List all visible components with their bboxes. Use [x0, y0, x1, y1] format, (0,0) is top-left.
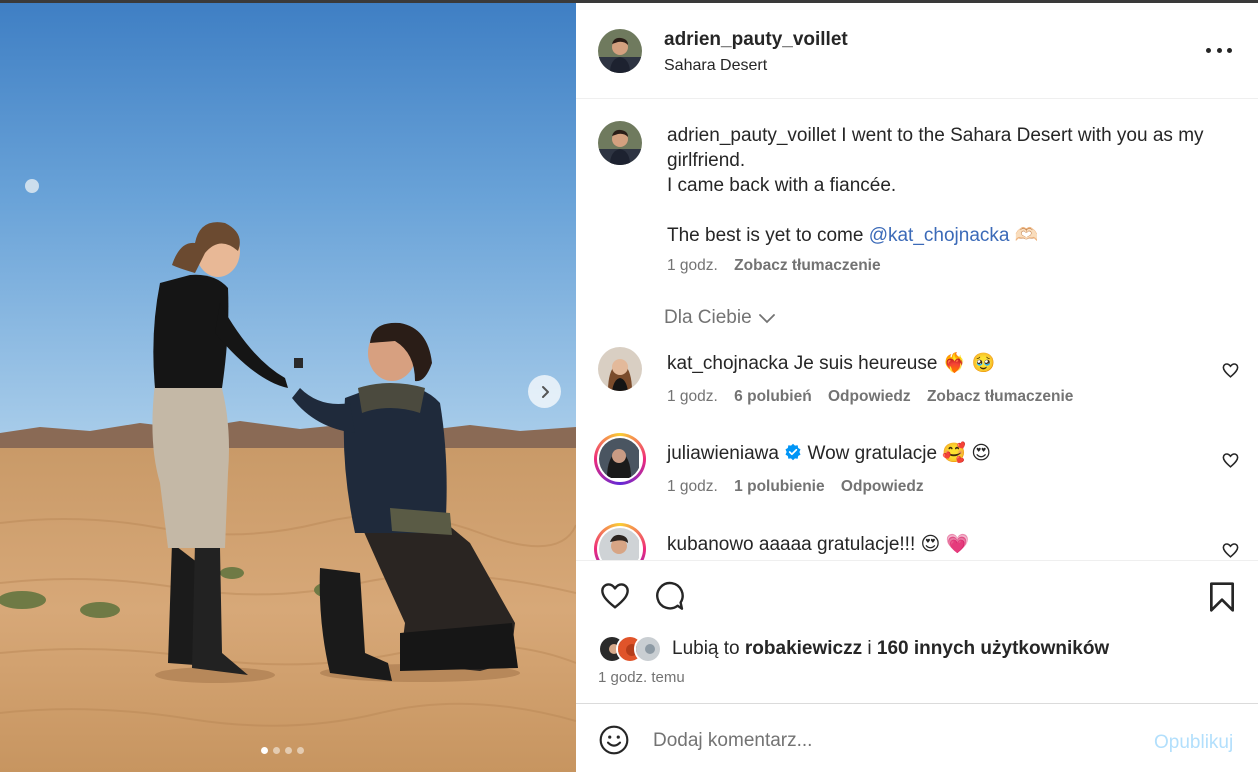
chevron-down-icon [758, 314, 775, 324]
emoji-smiley-icon[interactable] [598, 724, 630, 756]
comment-username[interactable]: juliawieniawa [667, 443, 779, 464]
more-dot-icon [1206, 47, 1211, 53]
post-side-panel: adrien_pauty_voillet Sahara Desert adrie… [576, 3, 1258, 772]
chevron-right-icon [541, 385, 549, 398]
comment-body: Je suis heureuse [793, 353, 938, 374]
avatar-image [636, 637, 660, 661]
likes-text: Lubią to robakiewiczz i 160 innych użytk… [672, 638, 1109, 660]
author-avatar[interactable] [598, 29, 642, 73]
carousel-dot [273, 747, 280, 754]
like-comment-heart-icon[interactable] [1221, 451, 1240, 470]
comment-bubble-icon[interactable] [653, 580, 685, 612]
post-location[interactable]: Sahara Desert [664, 57, 767, 75]
caption-meta: 1 godz. Zobacz tłumaczenie [667, 257, 881, 275]
more-options-button[interactable] [1206, 43, 1232, 57]
caption-mention[interactable]: @kat_chojnacka [869, 225, 1010, 246]
commenter-avatar-story-ring[interactable] [594, 523, 646, 560]
carousel-dot [297, 747, 304, 754]
carousel-dot [261, 747, 268, 754]
caption-line-2: I came back with a fiancée. [667, 175, 897, 196]
comment-username[interactable]: kat_chojnacka [667, 353, 788, 374]
avatar-image [599, 528, 639, 560]
commenter-avatar-story-ring[interactable] [594, 433, 646, 485]
avatar-image [598, 121, 642, 165]
add-comment-bar: Opublikuj [576, 703, 1258, 772]
proposal-photo-illustration [0, 3, 576, 772]
comment-time[interactable]: 1 godz. [667, 388, 718, 405]
post-header: adrien_pauty_voillet Sahara Desert [576, 3, 1258, 99]
more-dot-icon [1216, 47, 1222, 53]
author-username[interactable]: adrien_pauty_voillet [664, 29, 848, 51]
comment-text: kubanowo aaaaa gratulacje!!! 😍 💗 [667, 532, 969, 556]
liker-avatar [634, 635, 662, 663]
comment-likes[interactable]: 1 polubienie [734, 478, 824, 495]
caption-time[interactable]: 1 godz. [667, 257, 718, 274]
comment-text: kat_chojnacka Je suis heureuse ❤️‍🔥 🥹 [667, 351, 995, 375]
comment-body: Wow gratulacje [807, 443, 938, 464]
likes-user[interactable]: robakiewiczz [745, 638, 862, 659]
comment-reply-button[interactable]: Odpowiedz [828, 388, 911, 405]
post-photo[interactable] [0, 3, 576, 772]
avatar-image [598, 29, 642, 73]
save-bookmark-icon[interactable] [1208, 581, 1236, 613]
comment-emoji: 🥰 😍 [942, 443, 992, 464]
comment-emoji: 😍 💗 [920, 534, 970, 555]
comment-translate-link[interactable]: Zobacz tłumaczenie [927, 388, 1073, 405]
likes-joiner: i [867, 638, 872, 659]
more-dot-icon [1227, 47, 1232, 53]
comment-input[interactable] [653, 730, 1123, 752]
carousel-next-button[interactable] [528, 375, 561, 408]
caption-avatar[interactable] [598, 121, 642, 165]
post-caption: adrien_pauty_voillet I went to the Sahar… [667, 123, 1227, 248]
comments-filter-label: Dla Ciebie [664, 307, 752, 328]
caption-emoji: 🫶🏻 [1014, 225, 1039, 246]
comment-emoji: ❤️‍🔥 🥹 [942, 353, 996, 374]
comment-time[interactable]: 1 godz. [667, 478, 718, 495]
caption-username[interactable]: adrien_pauty_voillet [667, 125, 836, 146]
comments-filter-dropdown[interactable]: Dla Ciebie [664, 307, 776, 329]
like-comment-heart-icon[interactable] [1221, 541, 1240, 560]
likes-summary[interactable]: Lubią to robakiewiczz i 160 innych użytk… [598, 635, 1109, 663]
comment-meta: 1 godz. 1 polubienie Odpowiedz [667, 478, 924, 496]
actions-divider [576, 560, 1258, 561]
verified-badge-icon [785, 443, 801, 461]
publish-button[interactable]: Opublikuj [1154, 732, 1233, 754]
avatar-image [598, 347, 642, 391]
comment-body: aaaaa gratulacje!!! [758, 534, 916, 555]
comment-username[interactable]: kubanowo [667, 534, 754, 555]
comment-reply-button[interactable]: Odpowiedz [841, 478, 924, 495]
caption-translate-link[interactable]: Zobacz tłumaczenie [734, 257, 880, 274]
comment-meta: 1 godz. 6 polubień Odpowiedz Zobacz tłum… [667, 388, 1073, 406]
like-comment-heart-icon[interactable] [1221, 361, 1240, 380]
carousel-indicator [261, 747, 304, 754]
like-heart-icon[interactable] [598, 580, 632, 612]
comment-likes[interactable]: 6 polubień [734, 388, 812, 405]
comment-item: kubanowo aaaaa gratulacje!!! 😍 💗 [576, 523, 1258, 560]
comment-text: juliawieniawa Wow gratulacje 🥰 😍 [667, 441, 991, 465]
likes-prefix: Lubią to [672, 638, 740, 659]
avatar-image [599, 438, 639, 478]
carousel-dot [285, 747, 292, 754]
caption-line-3: The best is yet to come [667, 225, 864, 246]
likes-others[interactable]: 160 innych użytkowników [877, 638, 1109, 659]
post-time-ago[interactable]: 1 godz. temu [598, 669, 685, 686]
commenter-avatar[interactable] [598, 347, 642, 391]
